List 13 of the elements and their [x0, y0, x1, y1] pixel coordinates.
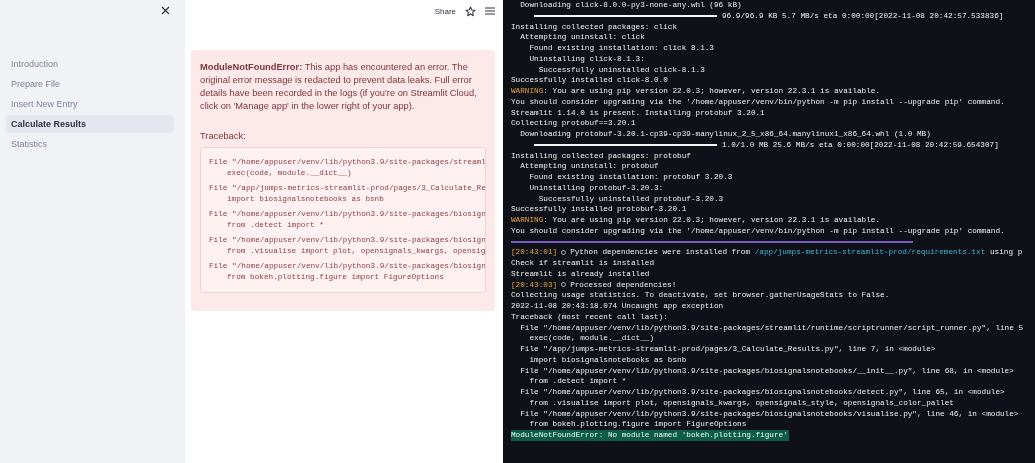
sidebar-item[interactable]: Insert New Entry: [6, 95, 174, 113]
menu-icon[interactable]: [485, 7, 495, 15]
close-button[interactable]: [161, 6, 170, 15]
traceback-label: Traceback:: [200, 131, 247, 141]
share-link[interactable]: Share: [434, 6, 456, 16]
error-message: ModuleNotFoundError: This app has encountered an error. The original error message is redacted to prevent data leaks. Full error details have been recorded in the logs (if you're on Streamlit Cloud, click on 'Manage app' in the lower right of your app).: [200, 61, 478, 113]
sidebar-item[interactable]: Introduction: [6, 55, 174, 73]
circle-icon: [561, 282, 567, 288]
sidebar-item[interactable]: Calculate Results: [6, 115, 174, 133]
sidebar-item[interactable]: Statistics: [6, 135, 174, 153]
circle-icon: [561, 250, 567, 256]
sidebar-item[interactable]: Prepare File: [6, 75, 174, 93]
star-icon[interactable]: [465, 5, 476, 17]
